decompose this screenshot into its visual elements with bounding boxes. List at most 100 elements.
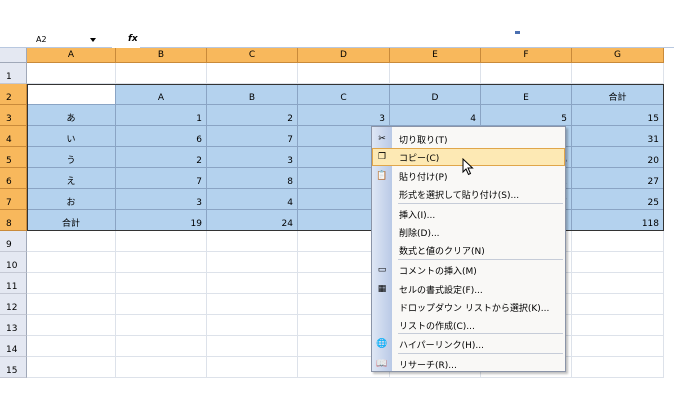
cell[interactable] <box>572 273 664 294</box>
cell[interactable] <box>207 252 298 273</box>
menu-item-label: ドロップダウン リストから選択(K)... <box>399 304 550 314</box>
row-header-15[interactable]: 15 <box>0 357 27 378</box>
menu-separator <box>398 353 563 354</box>
row-number: 14 <box>6 345 18 355</box>
menu-item-1[interactable]: ✂ 切り取り(T) <box>372 130 565 148</box>
name-box-value: A2 <box>36 35 47 44</box>
row-header-7[interactable]: 7 <box>0 189 27 210</box>
cell[interactable] <box>116 252 207 273</box>
menu-item-label: 貼り付け(P) <box>399 173 448 183</box>
row-number: 3 <box>6 114 12 124</box>
menu-separator <box>398 333 563 334</box>
cell[interactable] <box>572 63 664 84</box>
cell[interactable] <box>298 63 390 84</box>
cell[interactable] <box>27 357 116 378</box>
cell[interactable] <box>27 231 116 252</box>
menu-item-13[interactable]: 📖 リサーチ(R)... <box>372 355 565 373</box>
menu-item-10[interactable]: ドロップダウン リストから選択(K)... <box>372 298 565 316</box>
cell[interactable] <box>27 294 116 315</box>
fx-icon[interactable]: fx <box>128 34 138 44</box>
menu-item-label: 数式と値のクリア(N) <box>399 247 485 257</box>
cell[interactable] <box>572 357 664 378</box>
cell[interactable] <box>27 336 116 357</box>
menu-item-12[interactable]: 🌐 ハイパーリンク(H)... <box>372 335 565 353</box>
cell[interactable] <box>27 273 116 294</box>
row-header-12[interactable]: 12 <box>0 294 27 315</box>
row-header-1[interactable]: 1 <box>0 63 27 84</box>
column-header-f[interactable]: F <box>481 48 572 63</box>
cell[interactable] <box>27 315 116 336</box>
menu-item-9[interactable]: ▦ セルの書式設定(F)... <box>372 280 565 298</box>
menu-item-label: 挿入(I)... <box>399 211 436 221</box>
menu-item-7[interactable]: 数式と値のクリア(N) <box>372 241 565 259</box>
cell[interactable] <box>207 273 298 294</box>
name-box[interactable]: A2 <box>0 35 112 48</box>
cell[interactable] <box>27 63 116 84</box>
column-header-b[interactable]: B <box>116 48 207 63</box>
cell[interactable] <box>572 252 664 273</box>
cell[interactable] <box>207 231 298 252</box>
menu-item-8[interactable]: ▭ コメントの挿入(M) <box>372 261 565 279</box>
column-header-a[interactable]: A <box>27 48 116 63</box>
row-header-10[interactable]: 10 <box>0 252 27 273</box>
row-number: 6 <box>6 177 12 187</box>
row-header-9[interactable]: 9 <box>0 231 27 252</box>
cell[interactable] <box>116 294 207 315</box>
formula-input[interactable] <box>140 35 674 48</box>
select-all-corner[interactable] <box>0 48 27 63</box>
row-number: 12 <box>6 303 18 313</box>
cell[interactable] <box>207 357 298 378</box>
row-header-3[interactable]: 3 <box>0 105 27 126</box>
row-number: 15 <box>6 366 18 376</box>
cell[interactable] <box>207 336 298 357</box>
row-header-2[interactable]: 2 <box>0 84 27 105</box>
menu-item-label: リサーチ(R)... <box>399 361 457 371</box>
cell[interactable] <box>207 63 298 84</box>
menu-separator <box>398 203 563 204</box>
column-header-c[interactable]: C <box>207 48 298 63</box>
cell[interactable] <box>116 336 207 357</box>
menu-item-label: 形式を選択して貼り付け(S)... <box>399 191 520 201</box>
cell[interactable] <box>116 63 207 84</box>
menu-item-4[interactable]: 形式を選択して貼り付け(S)... <box>372 185 565 203</box>
chevron-down-icon[interactable] <box>90 38 96 42</box>
copy-icon: ❐ <box>377 152 387 162</box>
menu-item-6[interactable]: 削除(D)... <box>372 223 565 241</box>
row-number: 8 <box>6 219 12 229</box>
menu-item-11[interactable]: リストの作成(C)... <box>372 316 565 334</box>
cell[interactable] <box>572 294 664 315</box>
split-handle[interactable] <box>515 31 520 34</box>
row-header-5[interactable]: 5 <box>0 147 27 168</box>
menu-item-5[interactable]: 挿入(I)... <box>372 205 565 223</box>
menu-separator <box>398 259 563 260</box>
selection-border <box>27 84 664 231</box>
row-header-6[interactable]: 6 <box>0 168 27 189</box>
cell[interactable] <box>116 315 207 336</box>
menu-item-label: コピー(C) <box>399 154 440 164</box>
comment-icon: ▭ <box>377 265 387 275</box>
menu-item-label: 削除(D)... <box>399 229 440 239</box>
cell[interactable] <box>207 294 298 315</box>
column-header-g[interactable]: G <box>572 48 664 63</box>
row-header-13[interactable]: 13 <box>0 315 27 336</box>
row-number: 1 <box>6 72 12 82</box>
row-header-4[interactable]: 4 <box>0 126 27 147</box>
row-header-14[interactable]: 14 <box>0 336 27 357</box>
column-header-d[interactable]: D <box>298 48 390 63</box>
cell[interactable] <box>481 63 572 84</box>
row-header-11[interactable]: 11 <box>0 273 27 294</box>
cell[interactable] <box>572 315 664 336</box>
hyperlink-icon: 🌐 <box>376 339 388 349</box>
column-header-e[interactable]: E <box>390 48 481 63</box>
cell[interactable] <box>390 63 481 84</box>
cell[interactable] <box>116 231 207 252</box>
row-header-8[interactable]: 8 <box>0 210 27 231</box>
cell[interactable] <box>27 252 116 273</box>
cell[interactable] <box>207 315 298 336</box>
cell[interactable] <box>116 357 207 378</box>
cell[interactable] <box>572 231 664 252</box>
research-icon: 📖 <box>376 359 388 369</box>
row-number: 11 <box>6 282 18 292</box>
cell[interactable] <box>116 273 207 294</box>
cell[interactable] <box>572 336 664 357</box>
